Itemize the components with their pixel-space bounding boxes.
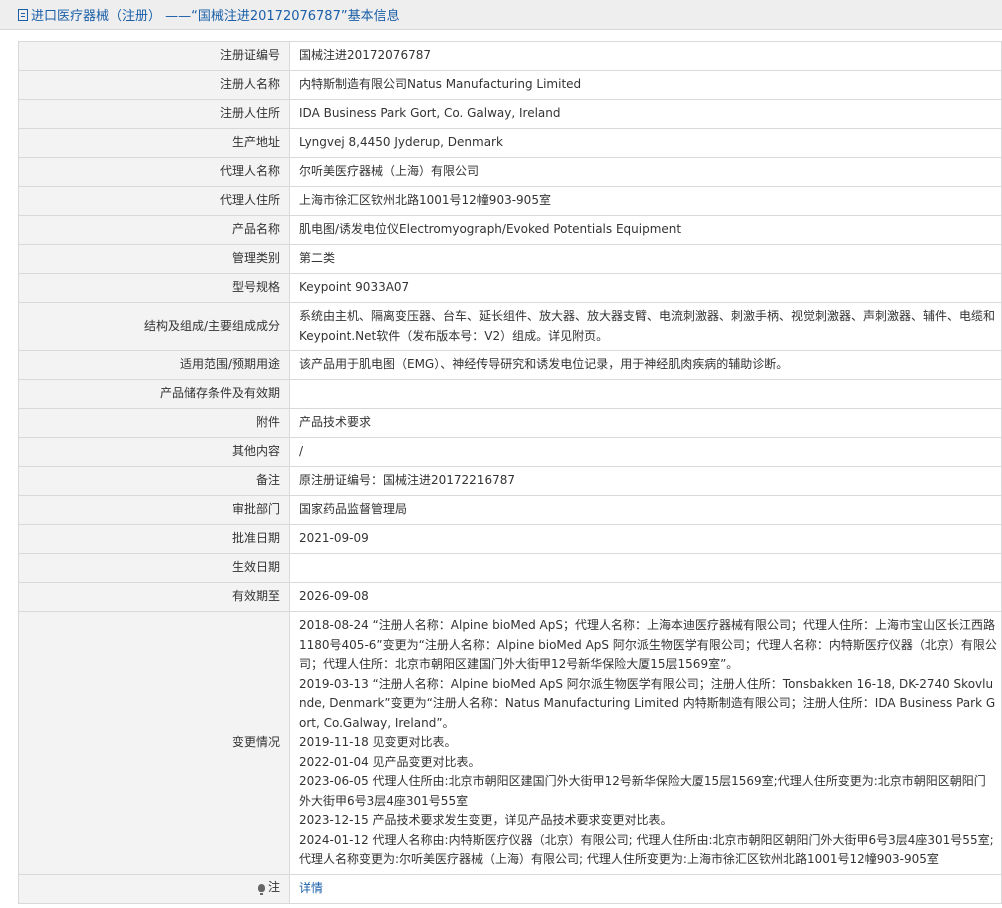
page-header: 进口医疗器械（注册） ——“国械注进20172076787”基本信息 [0, 0, 1002, 30]
row-label: 注 [18, 873, 290, 904]
row-note: 注 详情 [18, 873, 1002, 904]
row-value: 2026-09-08 [289, 582, 1002, 612]
change-entry: 2019-11-18 见变更对比表。 [299, 735, 457, 749]
row-value [289, 379, 1002, 409]
row-value: 产品技术要求 [289, 408, 1002, 438]
change-entry: 2022-01-04 见产品变更对比表。 [299, 754, 481, 769]
lightbulb-icon [257, 884, 265, 896]
row-attachment: 附件 产品技术要求 [18, 408, 1002, 438]
row-value: Keypoint 9033A07 [289, 273, 1002, 303]
row-agent-name: 代理人名称 尔听美医疗器械（上海）有限公司 [18, 157, 1002, 187]
row-approval-department: 审批部门 国家药品监督管理局 [18, 495, 1002, 525]
row-intended-use: 适用范围/预期用途 该产品用于肌电图（EMG）、神经传导研究和诱发电位记录，用于… [18, 350, 1002, 380]
row-label: 注册人名称 [18, 70, 290, 100]
note-label: 注 [257, 878, 280, 898]
row-label: 附件 [18, 408, 290, 438]
info-table: 注册证编号 国械注进20172076787 注册人名称 内特斯制造有限公司Nat… [18, 41, 1002, 904]
row-value: 2021-09-09 [289, 524, 1002, 554]
row-registrant-address: 注册人住所 IDA Business Park Gort, Co. Galway… [18, 99, 1002, 129]
row-label: 审批部门 [18, 495, 290, 525]
row-remarks: 备注 原注册证编号：国械注进20172216787 [18, 466, 1002, 496]
row-value: 原注册证编号：国械注进20172216787 [289, 466, 1002, 496]
change-history-block: 2018-08-24 “注册人名称：Alpine bioMed ApS；代理人名… [289, 611, 1002, 875]
row-value: 上海市徐汇区钦州北路1001号12幢903-905室 [289, 186, 1002, 216]
row-value: Lyngvej 8,4450 Jyderup, Denmark [289, 128, 1002, 158]
row-label: 有效期至 [18, 582, 290, 612]
row-value: 肌电图/诱发电位仪Electromyograph/Evoked Potentia… [289, 215, 1002, 245]
row-value: 尔听美医疗器械（上海）有限公司 [289, 157, 1002, 187]
row-label: 其他内容 [18, 437, 290, 467]
change-entry: 2023-12-15 产品技术要求发生变更，详见产品技术要求变更对比表。 [299, 813, 673, 827]
row-value: / [289, 437, 1002, 467]
row-value: IDA Business Park Gort, Co. Galway, Irel… [289, 99, 1002, 129]
page-title: 进口医疗器械（注册） ——“国械注进20172076787”基本信息 [31, 9, 400, 24]
row-label: 变更情况 [18, 611, 290, 875]
row-registrant-name: 注册人名称 内特斯制造有限公司Natus Manufacturing Limit… [18, 70, 1002, 100]
row-value: 系统由主机、隔离变压器、台车、延长组件、放大器、放大器支臂、电流刺激器、刺激手柄… [289, 302, 1002, 351]
row-label: 注册证编号 [18, 41, 290, 71]
row-registration-number: 注册证编号 国械注进20172076787 [18, 41, 1002, 71]
change-entry: 2024-01-12 代理人名称由:内特斯医疗仪器（北京）有限公司; 代理人住所… [299, 832, 994, 867]
change-entry: 2018-08-24 “注册人名称：Alpine bioMed ApS；代理人名… [299, 618, 997, 671]
row-label: 型号规格 [18, 273, 290, 303]
row-label: 产品名称 [18, 215, 290, 245]
row-label: 代理人住所 [18, 186, 290, 216]
row-label: 注册人住所 [18, 99, 290, 129]
row-production-address: 生产地址 Lyngvej 8,4450 Jyderup, Denmark [18, 128, 1002, 158]
row-agent-address: 代理人住所 上海市徐汇区钦州北路1001号12幢903-905室 [18, 186, 1002, 216]
note-label-text: 注 [267, 880, 280, 895]
row-change-history: 变更情况 2018-08-24 “注册人名称：Alpine bioMed ApS… [18, 611, 1002, 875]
row-approval-date: 批准日期 2021-09-09 [18, 524, 1002, 554]
row-effective-date: 生效日期 [18, 553, 1002, 583]
row-management-category: 管理类别 第二类 [18, 244, 1002, 274]
row-value [289, 553, 1002, 583]
row-label: 产品储存条件及有效期 [18, 379, 290, 409]
row-storage-validity: 产品储存条件及有效期 [18, 379, 1002, 409]
row-valid-until: 有效期至 2026-09-08 [18, 582, 1002, 612]
row-label: 备注 [18, 466, 290, 496]
document-icon [18, 8, 28, 21]
row-value: 内特斯制造有限公司Natus Manufacturing Limited [289, 70, 1002, 100]
row-value: 国械注进20172076787 [289, 41, 1002, 71]
row-label: 管理类别 [18, 244, 290, 274]
detail-link[interactable]: 详情 [299, 881, 323, 895]
row-structure-composition: 结构及组成/主要组成成分 系统由主机、隔离变压器、台车、延长组件、放大器、放大器… [18, 302, 1002, 351]
row-other-content: 其他内容 / [18, 437, 1002, 467]
row-label: 生效日期 [18, 553, 290, 583]
change-entry: 2019-03-13 “注册人名称：Alpine bioMed ApS 阿尔派生… [299, 676, 996, 730]
row-label: 生产地址 [18, 128, 290, 158]
row-label: 结构及组成/主要组成成分 [18, 302, 290, 351]
row-label: 适用范围/预期用途 [18, 350, 290, 380]
row-product-name: 产品名称 肌电图/诱发电位仪Electromyograph/Evoked Pot… [18, 215, 1002, 245]
row-label: 代理人名称 [18, 157, 290, 187]
row-value: 第二类 [289, 244, 1002, 274]
row-value: 详情 [289, 873, 1002, 904]
row-model-spec: 型号规格 Keypoint 9033A07 [18, 273, 1002, 303]
row-label: 批准日期 [18, 524, 290, 554]
row-value: 国家药品监督管理局 [289, 495, 1002, 525]
row-value: 该产品用于肌电图（EMG）、神经传导研究和诱发电位记录，用于神经肌肉疾病的辅助诊… [289, 350, 1002, 380]
change-entry: 2023-06-05 代理人住所由:北京市朝阳区建国门外大街甲12号新华保险大厦… [299, 774, 986, 808]
